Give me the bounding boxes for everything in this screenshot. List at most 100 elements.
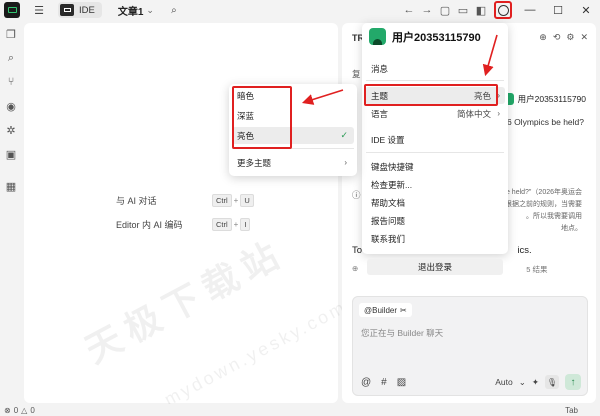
key-cap: I <box>240 218 251 231</box>
warning-icon[interactable]: △ <box>21 406 27 415</box>
chevron-right-icon: › <box>344 158 347 167</box>
error-count[interactable]: 0 <box>14 406 18 415</box>
shortcut-label: Editor 内 AI 编码 <box>116 220 183 230</box>
menu-item-label[interactable]: 主题 <box>371 90 388 102</box>
explorer-icon[interactable]: ❐ <box>0 22 22 46</box>
close-button[interactable]: ✕ <box>572 0 600 20</box>
theme-option-label[interactable]: 暗色 <box>237 90 254 102</box>
builder-agent-tag[interactable]: @Builder ✂ <box>359 303 412 317</box>
menu-icon[interactable]: ☰ <box>28 0 50 20</box>
title-bar: ☰ IDE 文章1 ⌄ ⌕ ← → ▢ ▭ ◧ — ☐ ✕ <box>0 0 600 20</box>
layout-left-icon[interactable]: ▢ <box>436 0 454 20</box>
status-right-text[interactable]: Tab <box>565 406 578 415</box>
theme-option-deep-blue[interactable]: 深蓝 <box>232 107 354 124</box>
microphone-icon[interactable]: 🎙 <box>545 375 559 389</box>
solo-mode-icon[interactable] <box>60 4 74 16</box>
menu-item-label[interactable]: 语言 <box>371 108 388 120</box>
hash-icon[interactable]: # <box>381 377 387 388</box>
chat-text-fragment: 复 <box>352 69 361 79</box>
theme-option-dark[interactable]: 暗色 <box>232 87 354 104</box>
menu-item-messages[interactable]: 消息 <box>365 60 505 77</box>
app-logo-icon <box>4 2 20 18</box>
user-question: 6 Olympics be held? <box>506 117 584 127</box>
debug-icon[interactable]: ✲ <box>0 118 22 142</box>
result-count: 5 结果 <box>526 265 548 274</box>
chat-user-row: 用户20353115790 <box>501 93 586 105</box>
thought-line: be held?"（2026年奥运会 <box>502 189 582 196</box>
chat-user-name: 用户20353115790 <box>517 94 586 104</box>
remote-icon[interactable]: ▣ <box>0 142 22 166</box>
logout-button[interactable]: 退出登录 <box>367 259 503 275</box>
forward-arrow-icon[interactable]: → <box>418 0 436 20</box>
model-select[interactable]: Auto <box>495 377 513 387</box>
eye-icon[interactable]: ◉ <box>0 94 22 118</box>
answer-tail: ics. <box>517 245 532 256</box>
image-icon[interactable]: ▨ <box>397 377 406 388</box>
send-button[interactable]: ↑ <box>565 374 581 390</box>
new-chat-icon[interactable]: ⊕ <box>539 32 547 43</box>
document-name[interactable]: 文章1 <box>118 3 144 18</box>
settings-icon[interactable]: ⚙ <box>566 32 574 43</box>
layout-bottom-icon[interactable]: ▭ <box>454 0 472 20</box>
search-icon[interactable]: ⌕ <box>164 0 184 20</box>
history-icon[interactable]: ⟲ <box>553 32 561 43</box>
thought-line: 根据之前的规则，当需要 <box>505 201 582 208</box>
error-icon[interactable]: ⊗ <box>4 406 11 415</box>
ide-mode-toggle[interactable]: IDE <box>58 2 102 18</box>
minimize-button[interactable]: — <box>516 0 544 20</box>
input-actions: Auto ⌄ ✦ 🎙 ↑ <box>495 374 581 390</box>
menu-item-label[interactable]: 检查更新... <box>371 179 412 191</box>
maximize-button[interactable]: ☐ <box>544 0 572 20</box>
key-cap: Ctrl <box>212 218 232 231</box>
menu-divider <box>232 148 354 149</box>
chat-input-placeholder[interactable]: 您正在与 Builder 聊天 <box>361 327 443 339</box>
chevron-right-icon: › <box>497 91 500 100</box>
chat-input-box[interactable]: @Builder ✂ 您正在与 Builder 聊天 @ # ▨ Auto ⌄ … <box>352 296 588 396</box>
theme-option-label[interactable]: 亮色 <box>237 130 254 142</box>
menu-item-label[interactable]: 消息 <box>371 63 388 75</box>
warning-count[interactable]: 0 <box>30 406 34 415</box>
theme-option-label[interactable]: 更多主题 <box>237 157 271 169</box>
source-control-icon[interactable]: ⑂ <box>0 70 22 94</box>
layout-right-icon[interactable]: ◧ <box>472 0 490 20</box>
menu-divider <box>366 80 504 81</box>
sparkle-icon[interactable]: ✦ <box>532 377 539 388</box>
theme-submenu: 暗色 深蓝 亮色 ✓ 更多主题 › <box>229 84 357 176</box>
input-tools: @ # ▨ <box>361 377 406 388</box>
avatar <box>369 28 386 45</box>
menu-item-check-updates[interactable]: 检查更新... <box>365 176 505 193</box>
menu-divider <box>366 152 504 153</box>
back-arrow-icon[interactable]: ← <box>400 0 418 20</box>
menu-item-ide-settings[interactable]: IDE 设置 <box>365 131 505 148</box>
menu-item-keyboard-shortcuts[interactable]: 键盘快捷键 <box>365 158 505 175</box>
menu-item-label[interactable]: 帮助文档 <box>371 197 405 209</box>
menu-item-report-issue[interactable]: 报告问题 <box>365 212 505 229</box>
account-header: 用户20353115790 <box>369 28 481 45</box>
theme-option-light[interactable]: 亮色 ✓ <box>232 127 354 144</box>
menu-item-theme[interactable]: 主题 亮色 › <box>365 87 505 104</box>
check-icon: ✓ <box>340 130 348 140</box>
ide-mode-label[interactable]: IDE <box>74 5 100 16</box>
menu-item-label[interactable]: 报告问题 <box>371 215 405 227</box>
menu-item-contact-us[interactable]: 联系我们 <box>365 230 505 247</box>
extensions-icon[interactable]: ▦ <box>0 174 22 198</box>
search-code-icon[interactable]: ⌕ <box>0 46 22 70</box>
answer-prefix: To <box>352 245 363 256</box>
theme-option-label[interactable]: 深蓝 <box>237 110 254 122</box>
chevron-down-icon[interactable]: ⌄ <box>146 5 154 16</box>
menu-item-help-docs[interactable]: 帮助文档 <box>365 194 505 211</box>
menu-item-label[interactable]: 联系我们 <box>371 233 405 245</box>
mention-icon[interactable]: @ <box>361 377 371 388</box>
chevron-down-icon[interactable]: ⌄ <box>519 377 526 388</box>
key-cap: U <box>240 194 254 207</box>
account-menu: 用户20353115790 消息 主题 亮色 › 语言 简体中文 › IDE 设… <box>362 23 508 254</box>
account-button[interactable] <box>494 1 512 19</box>
menu-item-language[interactable]: 语言 简体中文 › <box>365 105 505 122</box>
menu-item-label[interactable]: IDE 设置 <box>371 134 405 146</box>
close-panel-icon[interactable]: ✕ <box>580 32 588 43</box>
menu-item-value: 简体中文 <box>456 108 491 119</box>
chevron-right-icon: › <box>497 109 500 118</box>
menu-item-label[interactable]: 键盘快捷键 <box>371 161 414 173</box>
theme-more-themes[interactable]: 更多主题 › <box>232 154 354 171</box>
editor-welcome: 与 AI 对话 Ctrl + U Editor 内 AI 编码 Ctrl + I… <box>24 23 350 410</box>
